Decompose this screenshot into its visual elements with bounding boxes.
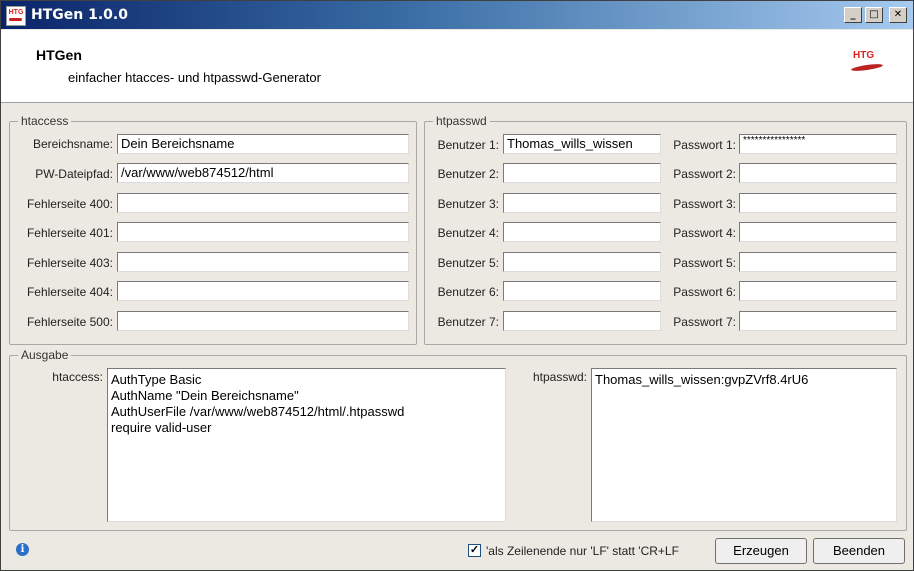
field-label-passwort-5: Passwort 5: xyxy=(673,256,736,270)
field-label-fehlerseite-500: Fehlerseite 500: xyxy=(26,315,113,329)
app-icon: HTG xyxy=(6,6,26,26)
field-label-benutzer-2: Benutzer 2: xyxy=(437,167,499,181)
field-label-benutzer-7: Benutzer 7: xyxy=(437,315,499,329)
benutzer-4-input[interactable] xyxy=(503,222,661,242)
maximize-button[interactable]: □ xyxy=(865,7,883,23)
passwort-7-input[interactable] xyxy=(739,311,897,331)
fehlerseite-400-input[interactable] xyxy=(117,193,409,213)
field-label-benutzer-3: Benutzer 3: xyxy=(437,197,499,211)
htaccess-output-textarea[interactable]: AuthType Basic AuthName "Dein Bereichsna… xyxy=(107,368,506,522)
htpasswd-output-textarea[interactable]: Thomas_wills_wissen:gvpZVrf8.4rU6 xyxy=(591,368,897,522)
htpasswd-output-label: htpasswd: xyxy=(532,370,587,384)
passwort-3-input[interactable] xyxy=(739,193,897,213)
htpasswd-legend: htpasswd xyxy=(433,114,490,128)
header-subtitle: einfacher htacces- und htpasswd-Generato… xyxy=(68,70,321,85)
fehlerseite-404-input[interactable] xyxy=(117,281,409,301)
window-title: HTGen 1.0.0 xyxy=(31,7,128,23)
field-label-benutzer-1: Benutzer 1: xyxy=(437,138,499,152)
field-label-passwort-3: Passwort 3: xyxy=(673,197,736,211)
field-label-fehlerseite-404: Fehlerseite 404: xyxy=(26,285,113,299)
header-title: HTGen xyxy=(36,47,82,63)
field-label-pw-dateipfad: PW-Dateipfad: xyxy=(35,167,113,181)
field-label-passwort-6: Passwort 6: xyxy=(673,285,736,299)
field-label-benutzer-5: Benutzer 5: xyxy=(437,256,499,270)
htg-logo-icon: HTG xyxy=(849,50,885,80)
htaccess-output-label: htaccess: xyxy=(52,370,103,384)
benutzer-7-input[interactable] xyxy=(503,311,661,331)
field-label-passwort-7: Passwort 7: xyxy=(673,315,736,329)
field-label-passwort-4: Passwort 4: xyxy=(673,226,736,240)
info-icon[interactable]: i xyxy=(16,543,29,556)
erzeugen-button[interactable]: Erzeugen xyxy=(715,538,807,564)
close-button[interactable]: ✕ xyxy=(889,7,907,23)
field-label-fehlerseite-401: Fehlerseite 401: xyxy=(26,226,113,240)
lf-line-ending-label[interactable]: 'als Zeilenende nur 'LF' statt 'CR+LF xyxy=(486,544,706,558)
lf-line-ending-checkbox[interactable]: ✓ xyxy=(468,544,481,557)
benutzer-3-input[interactable] xyxy=(503,193,661,213)
logo-text: HTG xyxy=(853,50,875,61)
passwort-4-input[interactable] xyxy=(739,222,897,242)
field-label-benutzer-6: Benutzer 6: xyxy=(437,285,499,299)
pw-dateipfad-input[interactable]: /var/www/web874512/html xyxy=(117,163,409,183)
field-label-passwort-1: Passwort 1: xyxy=(673,138,736,152)
benutzer-2-input[interactable] xyxy=(503,163,661,183)
passwort-2-input[interactable] xyxy=(739,163,897,183)
title-bar[interactable]: HTG HTGen 1.0.0 _ □ ✕ xyxy=(1,1,913,29)
fehlerseite-401-input[interactable] xyxy=(117,222,409,242)
header-panel: HTGen einfacher htacces- und htpasswd-Ge… xyxy=(1,30,913,103)
benutzer-1-input[interactable]: Thomas_wills_wissen xyxy=(503,134,661,154)
benutzer-5-input[interactable] xyxy=(503,252,661,272)
minimize-button[interactable]: _ xyxy=(844,7,862,23)
field-label-fehlerseite-400: Fehlerseite 400: xyxy=(26,197,113,211)
beenden-button[interactable]: Beenden xyxy=(813,538,905,564)
passwort-1-input[interactable]: **************** xyxy=(739,134,897,154)
field-label-bereichsname: Bereichsname: xyxy=(32,137,113,151)
fehlerseite-500-input[interactable] xyxy=(117,311,409,331)
logo-swoosh xyxy=(850,62,884,73)
ausgabe-legend: Ausgabe xyxy=(18,348,72,362)
benutzer-6-input[interactable] xyxy=(503,281,661,301)
fehlerseite-403-input[interactable] xyxy=(117,252,409,272)
field-label-passwort-2: Passwort 2: xyxy=(673,167,736,181)
field-label-fehlerseite-403: Fehlerseite 403: xyxy=(26,256,113,270)
passwort-6-input[interactable] xyxy=(739,281,897,301)
passwort-5-input[interactable] xyxy=(739,252,897,272)
app-window: HTG HTGen 1.0.0 _ □ ✕ HTGen einfacher ht… xyxy=(0,0,914,571)
app-icon-text: HTG xyxy=(8,9,24,16)
htaccess-legend: htaccess xyxy=(18,114,72,128)
field-label-benutzer-4: Benutzer 4: xyxy=(437,226,499,240)
bereichsname-input[interactable]: Dein Bereichsname xyxy=(117,134,409,154)
